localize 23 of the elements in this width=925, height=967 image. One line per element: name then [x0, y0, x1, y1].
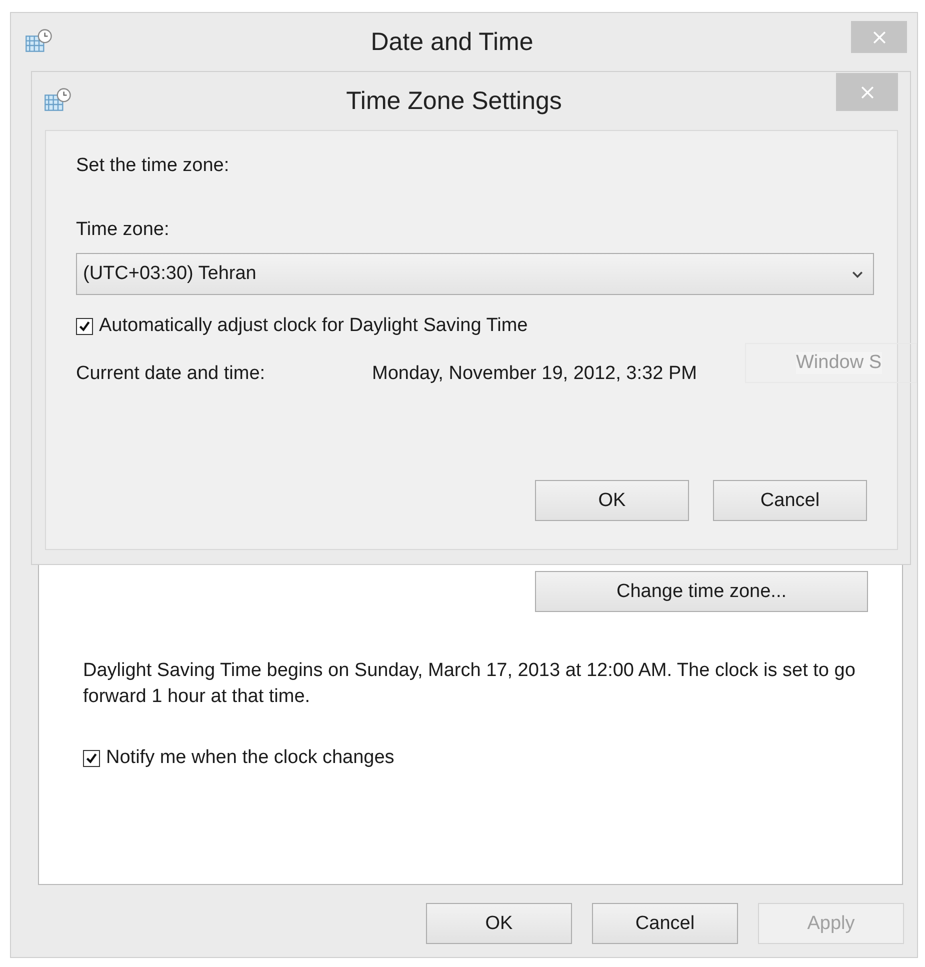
close-icon: [872, 30, 886, 44]
dst-info-text: Daylight Saving Time begins on Sunday, March 17, 2013 at 12:00 AM. The clock is set to go forward 1 hour at that time.: [83, 659, 856, 709]
checkbox[interactable]: [83, 750, 100, 767]
instruction-text: Set the time zone:: [76, 155, 230, 177]
calendar-clock-icon: [25, 29, 53, 55]
checkbox[interactable]: [76, 318, 93, 334]
current-time-value: Monday, November 19, 2012, 3:32 PM: [372, 363, 697, 385]
cancel-button[interactable]: Cancel: [713, 480, 867, 521]
chevron-down-icon: [852, 270, 863, 278]
dialog-title: Time Zone Settings: [345, 86, 563, 116]
checkbox-label: Automatically adjust clock for Daylight Saving Time: [99, 315, 528, 337]
time-zone-dropdown[interactable]: (UTC+03:30) Tehran: [76, 253, 874, 295]
background-window-title: Window S: [796, 352, 882, 374]
ok-button[interactable]: OK: [535, 480, 689, 521]
checkbox-label: Notify me when the clock changes: [106, 747, 394, 770]
calendar-clock-icon: [44, 88, 72, 114]
cancel-button[interactable]: Cancel: [592, 903, 738, 944]
time-zone-label: Time zone:: [76, 219, 170, 241]
change-time-zone-button[interactable]: Change time zone...: [535, 571, 868, 612]
current-time-label: Current date and time:: [76, 363, 266, 385]
ok-button[interactable]: OK: [426, 903, 572, 944]
window-title: Date and Time: [370, 28, 534, 56]
close-icon: [860, 86, 874, 98]
